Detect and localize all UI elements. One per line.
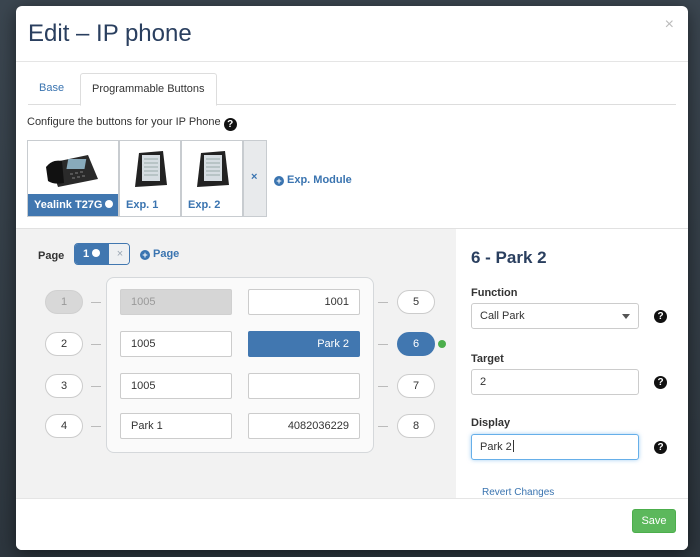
help-icon[interactable]: ? bbox=[654, 310, 667, 323]
revert-changes-link[interactable]: Revert Changes bbox=[482, 487, 554, 498]
key-3-button[interactable]: 3 bbox=[45, 374, 83, 398]
key-1-button[interactable]: 1 bbox=[45, 290, 83, 314]
display-value: Park 2 bbox=[480, 441, 512, 453]
key-6-value[interactable]: Park 2 bbox=[248, 331, 360, 357]
chevron-down-icon bbox=[622, 314, 630, 319]
tab-bar: Base Programmable Buttons bbox=[28, 73, 676, 106]
page-label: Page bbox=[38, 250, 65, 262]
connector-line bbox=[378, 344, 388, 345]
key-2-button[interactable]: 2 bbox=[45, 332, 83, 356]
help-icon[interactable]: ? bbox=[223, 118, 237, 131]
plus-circle-icon: + bbox=[274, 176, 284, 186]
help-icon[interactable]: ? bbox=[654, 376, 667, 389]
function-select[interactable]: Call Park bbox=[471, 303, 639, 329]
close-icon[interactable]: × bbox=[665, 16, 674, 34]
target-label: Target bbox=[471, 353, 504, 365]
key-7-value[interactable] bbox=[248, 373, 360, 399]
device-label: Exp. 1 bbox=[126, 199, 159, 211]
save-button[interactable]: Save bbox=[632, 509, 676, 533]
connector-line bbox=[91, 302, 101, 303]
expansion-module-icon bbox=[197, 151, 229, 187]
key-5-value[interactable]: 1001 bbox=[248, 289, 360, 315]
page-1-button[interactable]: 1 bbox=[75, 244, 109, 264]
key-8-button[interactable]: 8 bbox=[397, 414, 435, 438]
device-yealink-t27g[interactable]: Yealink T27G bbox=[27, 140, 119, 217]
selected-indicator bbox=[92, 249, 101, 257]
add-page-link[interactable]: + Page bbox=[140, 248, 179, 260]
expansion-module-icon bbox=[135, 151, 167, 187]
modal-footer: Save bbox=[16, 498, 688, 550]
tab-programmable-buttons[interactable]: Programmable Buttons bbox=[80, 73, 217, 106]
key-7-button[interactable]: 7 bbox=[397, 374, 435, 398]
remove-device-button[interactable]: × bbox=[243, 140, 267, 217]
add-exp-module-label: Exp. Module bbox=[287, 174, 352, 186]
connector-line bbox=[91, 426, 101, 427]
key-1-value[interactable]: 1005 bbox=[120, 289, 232, 315]
remove-page-button[interactable]: × bbox=[109, 244, 129, 264]
key-3-value[interactable]: 1005 bbox=[120, 373, 232, 399]
connector-line bbox=[91, 386, 101, 387]
desk-phone-icon bbox=[46, 155, 98, 187]
key-8-value[interactable]: 4082036229 bbox=[248, 413, 360, 439]
text-cursor bbox=[512, 440, 514, 452]
config-instructions: Configure the buttons for your IP Phone? bbox=[27, 116, 237, 131]
display-label: Display bbox=[471, 417, 511, 429]
key-layout-pane: Page 1 × + Page 1 1005 2 1005 3 1005 4 Pa… bbox=[16, 228, 456, 498]
connector-line bbox=[378, 302, 388, 303]
device-exp-2[interactable]: Exp. 2 bbox=[181, 140, 243, 217]
key-5-button[interactable]: 5 bbox=[397, 290, 435, 314]
key-details-panel: 6 - Park 2 Function Call Park ? Target 2… bbox=[456, 228, 688, 498]
connector-line bbox=[378, 426, 388, 427]
close-icon: × bbox=[251, 171, 258, 183]
help-icon[interactable]: ? bbox=[654, 441, 667, 454]
plus-circle-icon: + bbox=[140, 250, 150, 260]
tab-base[interactable]: Base bbox=[28, 73, 75, 105]
device-label: Exp. 2 bbox=[188, 199, 221, 211]
add-exp-module-link[interactable]: + Exp. Module bbox=[274, 174, 352, 186]
config-label-text: Configure the buttons for your IP Phone bbox=[27, 116, 221, 128]
connector-line bbox=[378, 386, 388, 387]
edit-ip-phone-modal: Edit – IP phone × Base Programmable Butt… bbox=[16, 6, 688, 550]
page-number: 1 bbox=[83, 248, 90, 260]
function-label: Function bbox=[471, 287, 518, 299]
connector-line bbox=[91, 344, 101, 345]
panel-title: 6 - Park 2 bbox=[471, 248, 547, 267]
status-dot bbox=[438, 340, 446, 348]
target-input[interactable]: 2 bbox=[471, 369, 639, 395]
function-value: Call Park bbox=[480, 310, 525, 322]
key-4-value[interactable]: Park 1 bbox=[120, 413, 232, 439]
page-selector: 1 × bbox=[74, 243, 130, 265]
device-label-text: Yealink T27G bbox=[34, 199, 103, 211]
modal-title: Edit – IP phone bbox=[28, 20, 192, 47]
device-exp-1[interactable]: Exp. 1 bbox=[119, 140, 181, 217]
key-4-button[interactable]: 4 bbox=[45, 414, 83, 438]
display-input[interactable]: Park 2 bbox=[471, 434, 639, 460]
device-label: Yealink T27G bbox=[28, 194, 118, 216]
selected-indicator bbox=[105, 200, 114, 208]
key-2-value[interactable]: 1005 bbox=[120, 331, 232, 357]
modal-header: Edit – IP phone × bbox=[16, 6, 688, 62]
add-page-label: Page bbox=[153, 248, 180, 260]
key-6-button[interactable]: 6 bbox=[397, 332, 435, 356]
